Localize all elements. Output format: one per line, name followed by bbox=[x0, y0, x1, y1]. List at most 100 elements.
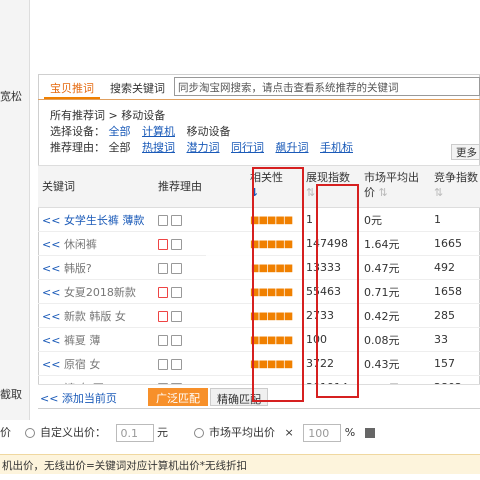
reason-label: 推荐理由： bbox=[50, 141, 105, 154]
reason-cell bbox=[158, 279, 250, 304]
add-keyword-link[interactable]: << bbox=[42, 286, 60, 299]
keyword-text: 韩版? bbox=[63, 261, 92, 275]
left-text-bottom: 截取 bbox=[0, 388, 22, 401]
competition-cell: 492 bbox=[434, 255, 480, 280]
highlight-relevance-column bbox=[252, 167, 304, 402]
computer-icon bbox=[171, 262, 182, 274]
calculator-icon[interactable] bbox=[364, 428, 375, 438]
avg-bid-cell: 0.43元 bbox=[364, 351, 434, 376]
computer-icon bbox=[171, 238, 182, 250]
percent-unit: % bbox=[344, 426, 356, 439]
competition-cell: 33 bbox=[434, 327, 480, 352]
left-side-panel: 宽松 截取 bbox=[0, 0, 30, 420]
keyword-cell[interactable]: << 休闲裤 bbox=[38, 231, 158, 256]
market-percent-input[interactable]: 100 bbox=[303, 424, 342, 442]
avg-bid-cell: 0元 bbox=[364, 207, 434, 232]
header-avg-bid-label: 市场平均出 bbox=[364, 171, 419, 184]
competition-cell: 1 bbox=[434, 207, 480, 232]
reason-option-all[interactable]: 全部 bbox=[109, 141, 131, 154]
avg-bid-cell: 0.47元 bbox=[364, 255, 434, 280]
device-icon bbox=[158, 286, 168, 298]
breadcrumb-root[interactable]: 所有推荐词 > bbox=[50, 109, 118, 122]
filter-area: 所有推荐词 > 移动设备 选择设备： 全部 计算机 移动设备 推荐理由： 全部 … bbox=[50, 108, 353, 156]
reason-cell bbox=[158, 303, 250, 328]
keyword-search-input[interactable]: 同步淘宝网搜索，请点击查看系统推荐的关键词 bbox=[174, 77, 480, 96]
keyword-text: 休闲裤 bbox=[63, 237, 97, 251]
reason-option-peer[interactable]: 同行词 bbox=[231, 141, 264, 154]
device-option-mobile[interactable]: 移动设备 bbox=[187, 125, 231, 138]
competition-cell: 157 bbox=[434, 351, 480, 376]
reason-cell bbox=[158, 351, 250, 376]
add-keyword-link[interactable]: << bbox=[42, 214, 60, 227]
add-keyword-link[interactable]: << bbox=[42, 334, 60, 347]
add-keyword-link[interactable]: << bbox=[42, 262, 60, 275]
reason-filter: 推荐理由： 全部 热搜词 潜力词 同行词 飙升词 手机标 bbox=[50, 140, 353, 156]
keyword-cell[interactable]: << 新款 韩版 女 bbox=[38, 303, 158, 328]
device-option-all[interactable]: 全部 bbox=[109, 125, 131, 138]
default-bid-suffix: 价 bbox=[0, 426, 11, 439]
sort-icon: ⇅ bbox=[378, 186, 388, 199]
highlight-impressions-column bbox=[316, 184, 359, 398]
keyword-text: 女夏2018新款 bbox=[63, 285, 136, 299]
keyword-text: 女学生长裤 薄款 bbox=[63, 213, 145, 227]
device-icon bbox=[158, 310, 168, 322]
header-competition[interactable]: 竞争指数 ⇅ bbox=[434, 166, 480, 208]
header-impressions-label: 展现指数 bbox=[306, 171, 350, 184]
header-keyword: 关键词 bbox=[42, 180, 75, 193]
header-competition-label: 竞争指数 bbox=[434, 171, 478, 184]
header-avg-bid-label-2: 价 bbox=[364, 186, 375, 199]
avg-bid-cell: 0.42元 bbox=[364, 303, 434, 328]
keyword-cell[interactable]: << 韩版? bbox=[38, 255, 158, 280]
keyword-cell[interactable]: << 女夏2018新款 bbox=[38, 279, 158, 304]
tab-item-recommend[interactable]: 宝贝推词 bbox=[44, 78, 100, 99]
custom-bid-unit: 元 bbox=[157, 426, 168, 439]
custom-bid-label: 自定义出价： bbox=[40, 426, 106, 439]
more-button[interactable]: 更多 bbox=[451, 144, 480, 160]
device-icon bbox=[158, 238, 168, 250]
market-bid-label: 市场平均出价 bbox=[209, 426, 275, 439]
header-avg-bid[interactable]: 市场平均出 价 ⇅ bbox=[364, 166, 434, 208]
device-filter: 选择设备： 全部 计算机 移动设备 bbox=[50, 124, 353, 140]
competition-cell: 1658 bbox=[434, 279, 480, 304]
keyword-text: 裤夏 薄 bbox=[63, 333, 101, 347]
reason-option-rising[interactable]: 飙升词 bbox=[276, 141, 309, 154]
reason-cell bbox=[158, 207, 250, 232]
avg-bid-cell: 1.64元 bbox=[364, 231, 434, 256]
add-current-page-link[interactable]: << 添加当前页 bbox=[40, 390, 117, 406]
custom-bid-input[interactable]: 0.1 bbox=[115, 424, 154, 442]
competition-cell: 1665 bbox=[434, 231, 480, 256]
bid-settings: 价 自定义出价： 0.1 元 市场平均出价 × 100 % bbox=[0, 424, 480, 446]
keyword-cell[interactable]: << 原宿 女 bbox=[38, 351, 158, 376]
avg-bid-cell: 0.71元 bbox=[364, 279, 434, 304]
reason-option-hot[interactable]: 热搜词 bbox=[142, 141, 175, 154]
device-icon bbox=[158, 214, 168, 226]
times-symbol: × bbox=[284, 426, 294, 439]
add-keyword-link[interactable]: << bbox=[42, 358, 60, 371]
keyword-cell[interactable]: << 裤夏 薄 bbox=[38, 327, 158, 352]
blur-mask bbox=[206, 252, 252, 276]
competition-cell: 285 bbox=[434, 303, 480, 328]
computer-icon bbox=[171, 358, 182, 370]
add-keyword-link[interactable]: << bbox=[42, 238, 60, 251]
tab-search-keyword[interactable]: 搜索关键词 bbox=[110, 80, 165, 96]
add-keyword-link[interactable]: << bbox=[42, 310, 60, 323]
device-icon bbox=[158, 334, 168, 346]
keyword-cell[interactable]: << 女学生长裤 薄款 bbox=[38, 207, 158, 232]
custom-bid-radio[interactable] bbox=[24, 428, 35, 438]
device-icon bbox=[158, 358, 168, 370]
reason-option-potential[interactable]: 潜力词 bbox=[187, 141, 220, 154]
device-option-computer[interactable]: 计算机 bbox=[142, 125, 175, 138]
sort-icon: ⇅ bbox=[306, 186, 316, 199]
computer-icon bbox=[171, 286, 182, 298]
broad-match-button[interactable]: 广泛匹配 bbox=[148, 388, 208, 406]
reason-option-mobile[interactable]: 手机标 bbox=[320, 141, 353, 154]
header-reason: 推荐理由 bbox=[158, 180, 202, 193]
keyword-text: 原宿 女 bbox=[63, 357, 101, 371]
market-bid-radio[interactable] bbox=[193, 428, 204, 438]
left-text-top: 宽松 bbox=[0, 90, 22, 103]
sort-icon: ⇅ bbox=[434, 186, 444, 199]
keyword-text: 新款 韩版 女 bbox=[63, 309, 126, 323]
breadcrumb-current: 移动设备 bbox=[121, 109, 166, 122]
tab-bar: 宝贝推词 搜索关键词 同步淘宝网搜索，请点击查看系统推荐的关键词 bbox=[38, 74, 480, 100]
bid-note: 机出价，无线出价=关键词对应计算机出价*无线折扣 bbox=[0, 454, 480, 474]
